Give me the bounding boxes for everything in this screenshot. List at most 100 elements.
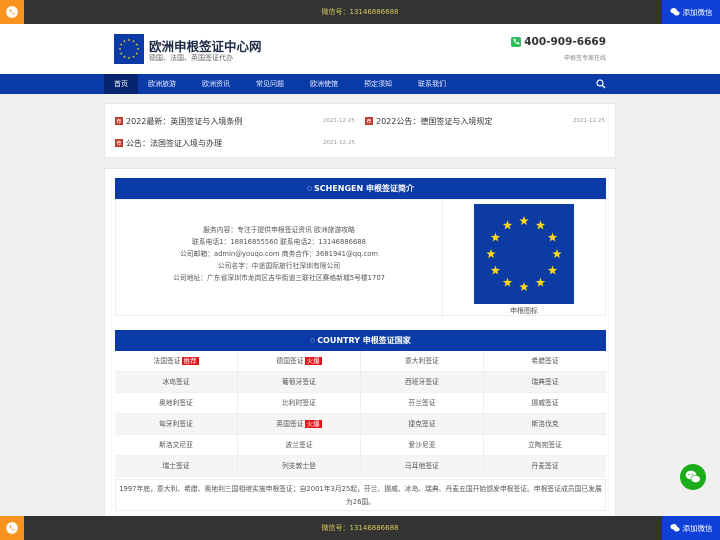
country-link[interactable]: 西班牙签证 bbox=[361, 372, 484, 393]
news-date: 2021-12-25 bbox=[323, 118, 355, 124]
country-link[interactable]: 冰岛签证 bbox=[115, 372, 238, 393]
country-name: 德国签证 bbox=[276, 357, 304, 365]
nav-item-news[interactable]: 欧洲资讯 bbox=[192, 74, 240, 94]
country-name: 挪威签证 bbox=[531, 399, 559, 407]
phone-button[interactable] bbox=[0, 516, 24, 540]
country-link[interactable]: 希腊签证 bbox=[484, 351, 606, 372]
site-subtitle: 德国、法国、英国签证代办 bbox=[149, 54, 233, 62]
country-link[interactable]: 列支敦士登 bbox=[238, 456, 361, 477]
star-icon bbox=[127, 56, 131, 60]
nav-item-faq[interactable]: 常见问题 bbox=[246, 74, 294, 94]
country-grid: 法国签证 推荐 德国签证 火爆 意大利签证 希腊签证 冰岛签证 葡萄牙签证 西班牙签证 瑞典签证奥… bbox=[115, 351, 606, 477]
nav-item-embassy[interactable]: 欧洲使馆 bbox=[300, 74, 348, 94]
floating-wechat-button[interactable] bbox=[680, 464, 706, 490]
country-link[interactable]: 葡萄牙签证 bbox=[238, 372, 361, 393]
country-name: 奥地利签证 bbox=[159, 399, 193, 407]
intro-line: 公司地址：广东省深圳市龙岗区吉华街道三联社区赛格新城5号楼1707 bbox=[173, 274, 385, 282]
country-link[interactable]: 英国签证 火爆 bbox=[238, 414, 361, 435]
star-icon bbox=[502, 277, 513, 287]
news-item[interactable]: 荐 2022公告：德国签证与入境规定 2021-12-25 bbox=[365, 115, 605, 127]
phone-button[interactable] bbox=[0, 0, 24, 24]
country-name: 瑞士签证 bbox=[162, 462, 190, 470]
country-link[interactable]: 芬兰签证 bbox=[361, 393, 484, 414]
country-link[interactable]: 意大利签证 bbox=[361, 351, 484, 372]
news-item[interactable]: 荐 公告：法国签证入境与办理 2021-12-25 bbox=[115, 137, 355, 149]
add-wechat-button[interactable]: 添加微信 bbox=[662, 0, 720, 24]
star-icon bbox=[135, 52, 139, 55]
star-icon bbox=[136, 47, 140, 51]
news-title[interactable]: 2022公告：德国签证与入境规定 bbox=[376, 116, 573, 127]
country-link[interactable]: 捷克签证 bbox=[361, 414, 484, 435]
country-link[interactable]: 瑞典签证 bbox=[484, 372, 606, 393]
country-link[interactable]: 爱沙尼亚 bbox=[361, 435, 484, 456]
news-title[interactable]: 2022最新：英国签证与入境条例 bbox=[126, 116, 323, 127]
add-wechat-label: 添加微信 bbox=[682, 7, 713, 17]
country-link[interactable]: 奥地利签证 bbox=[115, 393, 238, 414]
add-wechat-button[interactable]: 添加微信 bbox=[662, 516, 720, 540]
intro-box: 服务内容：专注于提供申根签证资讯 欧洲旅游攻略 联系电话1：1881685556… bbox=[115, 199, 606, 317]
site-logo[interactable] bbox=[114, 34, 144, 64]
country-row: 冰岛签证 葡萄牙签证 西班牙签证 瑞典签证 bbox=[115, 372, 606, 393]
country-link[interactable]: 立陶宛签证 bbox=[484, 435, 606, 456]
country-name: 丹麦签证 bbox=[531, 462, 559, 470]
country-link[interactable]: 波兰签证 bbox=[238, 435, 361, 456]
star-icon bbox=[535, 277, 546, 287]
country-name: 斯洛文尼亚 bbox=[159, 441, 193, 449]
country-name: 马耳他签证 bbox=[405, 462, 439, 470]
country-link[interactable]: 斯洛伐克 bbox=[484, 414, 606, 435]
wechat-icon bbox=[669, 524, 680, 532]
country-name: 列支敦士登 bbox=[282, 462, 316, 470]
star-icon bbox=[132, 55, 135, 58]
country-row: 奥地利签证 比利时签证 芬兰签证 挪威签证 bbox=[115, 393, 606, 414]
hotline-number: 400-909-6669 bbox=[524, 36, 606, 48]
country-name: 波兰签证 bbox=[285, 441, 313, 449]
phone-icon bbox=[6, 6, 18, 18]
phone-icon bbox=[511, 37, 522, 47]
country-name: 英国签证 bbox=[276, 420, 304, 428]
divider bbox=[442, 200, 443, 317]
country-name: 希腊签证 bbox=[531, 357, 559, 365]
country-name: 法国签证 bbox=[153, 357, 181, 365]
star-icon bbox=[490, 265, 501, 275]
star-icon bbox=[123, 39, 126, 43]
search-icon[interactable] bbox=[596, 79, 606, 89]
site-header: 欧洲申根签证中心网 德国、法国、英国签证代办 400-909-6669 申根签专… bbox=[0, 24, 720, 74]
nav-item-travel[interactable]: 欧洲旅游 bbox=[138, 74, 186, 94]
country-link[interactable]: 匈牙利签证 bbox=[115, 414, 238, 435]
news-date: 2021-12-25 bbox=[323, 140, 355, 146]
news-date: 2021-12-25 bbox=[573, 118, 605, 124]
star-icon bbox=[535, 220, 546, 230]
country-link[interactable]: 丹麦签证 bbox=[484, 456, 606, 477]
flag-caption: 申根图标 bbox=[510, 307, 538, 315]
nav-item-booking[interactable]: 预定须知 bbox=[354, 74, 402, 94]
nav-item-contact[interactable]: 联系我们 bbox=[408, 74, 456, 94]
eu-stars-icon bbox=[486, 216, 562, 292]
star-icon bbox=[547, 265, 558, 275]
country-link[interactable]: 德国签证 火爆 bbox=[238, 351, 361, 372]
wechat-icon bbox=[669, 8, 680, 16]
country-name: 比利时签证 bbox=[282, 399, 316, 407]
country-name: 立陶宛签证 bbox=[528, 441, 562, 449]
country-name: 匈牙利签证 bbox=[159, 420, 193, 428]
star-icon bbox=[519, 216, 529, 226]
star-icon bbox=[502, 220, 513, 230]
country-link[interactable]: 瑞士签证 bbox=[115, 456, 238, 477]
country-link[interactable]: 比利时签证 bbox=[238, 393, 361, 414]
country-link[interactable]: 法国签证 推荐 bbox=[115, 351, 238, 372]
country-name: 捷克签证 bbox=[408, 420, 436, 428]
news-item[interactable]: 荐 2022最新：英国签证与入境条例 2021-12-25 bbox=[115, 115, 355, 127]
country-name: 爱沙尼亚 bbox=[408, 441, 436, 449]
intro-line: 联系电话1：18816855560 联系电话2：13146886688 bbox=[192, 238, 366, 246]
country-link[interactable]: 马耳他签证 bbox=[361, 456, 484, 477]
star-icon bbox=[135, 43, 139, 46]
intro-text: 服务内容：专注于提供申根签证资讯 欧洲旅游攻略 联系电话1：1881685556… bbox=[116, 224, 442, 284]
intro-line: 服务内容：专注于提供申根签证资讯 欧洲旅游攻略 bbox=[203, 226, 355, 234]
country-link[interactable]: 斯洛文尼亚 bbox=[115, 435, 238, 456]
country-name: 斯洛伐克 bbox=[531, 420, 559, 428]
star-icon bbox=[132, 39, 135, 43]
news-title[interactable]: 公告：法国签证入境与办理 bbox=[126, 138, 323, 149]
country-link[interactable]: 挪威签证 bbox=[484, 393, 606, 414]
star-icon bbox=[119, 43, 123, 46]
recommend-tag: 荐 bbox=[365, 117, 373, 125]
nav-item-home[interactable]: 首页 bbox=[104, 74, 138, 94]
